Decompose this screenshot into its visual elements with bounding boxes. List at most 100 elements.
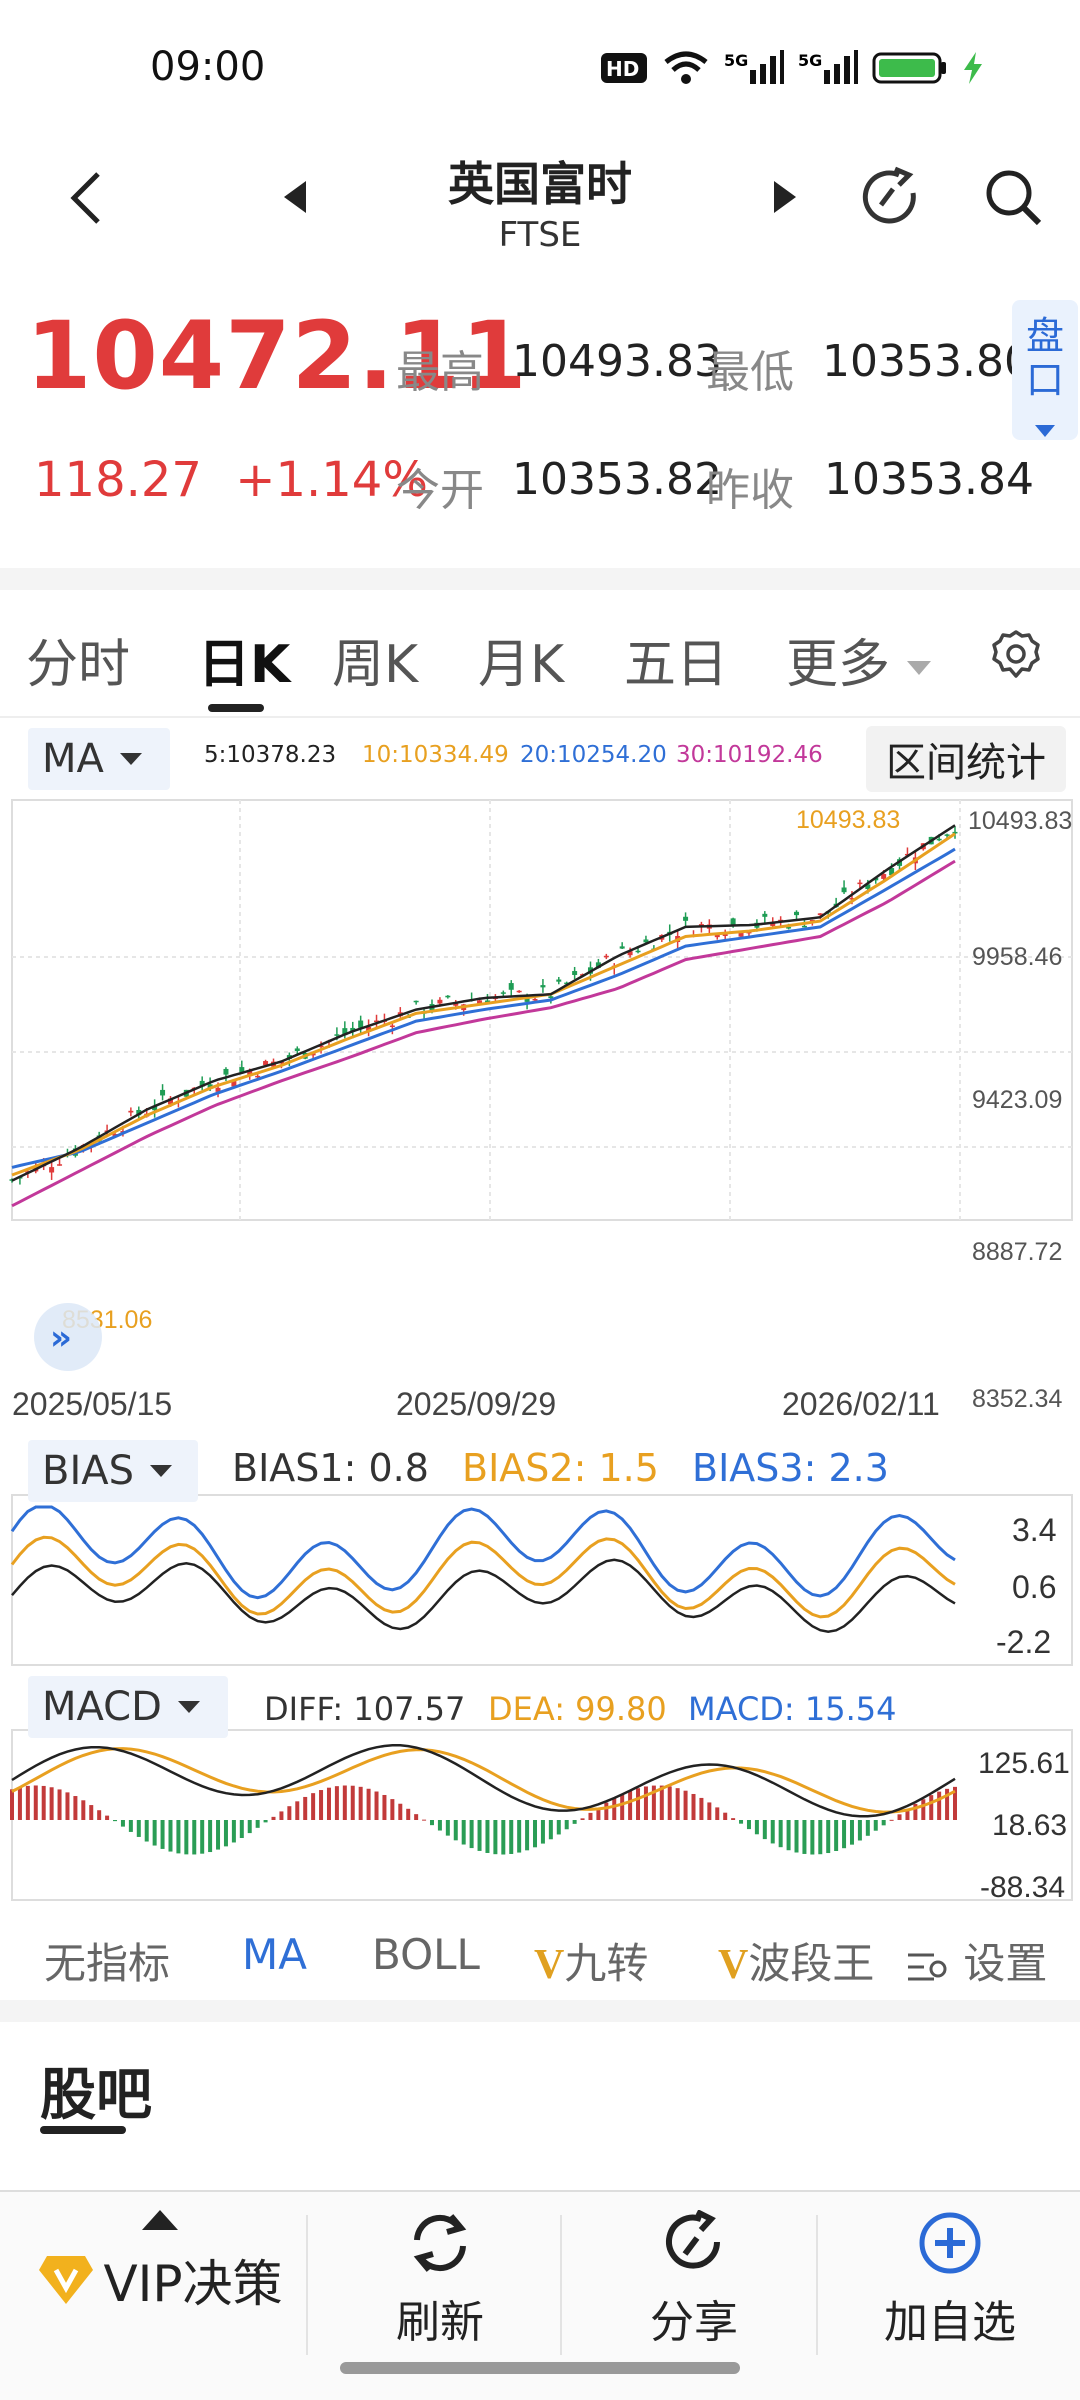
share-refresh-icon: [862, 166, 916, 224]
indicator-boduanwang-tab[interactable]: V波段王: [718, 1930, 874, 1991]
chart-settings-button[interactable]: [984, 622, 1048, 686]
indicator-jiuzhuan-tab[interactable]: V九转: [534, 1930, 648, 1991]
signal-icon: 5G: [798, 50, 858, 84]
macd-bar: [128, 1820, 133, 1832]
vip-button[interactable]: VIP决策: [20, 2210, 300, 2316]
bias-selector[interactable]: BIAS: [28, 1440, 198, 1502]
vip-diamond-icon: [39, 2256, 94, 2304]
indicator-ma-tab[interactable]: MA: [242, 1930, 307, 1979]
macd-bar: [247, 1820, 252, 1834]
candle-body: [413, 1000, 419, 1003]
next-icon: [774, 181, 796, 213]
macd-selector[interactable]: MACD: [28, 1676, 228, 1738]
y-tick: 10493.83: [968, 807, 1072, 835]
macd-bar: [580, 1818, 585, 1820]
ma-selector[interactable]: MA: [28, 728, 170, 790]
svg-text:5G: 5G: [724, 51, 748, 70]
macd-bar: [295, 1801, 300, 1820]
candle-body: [294, 1048, 300, 1051]
add-circle-icon: [919, 2212, 981, 2274]
high-label: 最高: [396, 347, 484, 398]
macd-bar: [81, 1800, 86, 1820]
status-icons: HD 5G 5G: [600, 48, 984, 88]
kline-chart[interactable]: 10493.83 9958.46 9423.09 8887.72 8352.34…: [0, 795, 1080, 1905]
macd-bar: [390, 1799, 395, 1820]
macd-bar: [176, 1820, 181, 1854]
tab-five-day[interactable]: 五日: [624, 622, 728, 697]
macd-bar: [414, 1814, 419, 1820]
macd-bar: [485, 1820, 490, 1853]
refresh-button[interactable]: 刷新: [340, 2210, 540, 2350]
indicator-boll-tab[interactable]: BOLL: [372, 1930, 480, 1979]
macd-bar: [707, 1802, 712, 1820]
refresh-share-button[interactable]: [856, 162, 926, 232]
indicator-settings-button[interactable]: 设置: [906, 1930, 1047, 1991]
tab-more[interactable]: 更多: [786, 622, 931, 697]
share-button[interactable]: 分享: [594, 2210, 794, 2350]
indicator-none-tab[interactable]: 无指标: [44, 1930, 170, 1991]
dropdown-icon: [906, 661, 931, 675]
macd-bar: [525, 1820, 530, 1851]
macd-bar: [10, 1789, 14, 1820]
macd-bar: [802, 1820, 807, 1854]
tab-intraday[interactable]: 分时: [26, 622, 130, 697]
max-label: 10493.83: [796, 806, 900, 834]
candle-body: [516, 990, 522, 993]
macd-bar: [152, 1820, 157, 1846]
pankou-button[interactable]: 盘口: [1012, 300, 1078, 440]
range-stats-button[interactable]: 区间统计: [866, 726, 1066, 792]
macd-bar: [746, 1820, 751, 1830]
macd-bar: [540, 1820, 545, 1844]
macd-bar: [25, 1785, 30, 1820]
candle-body: [841, 887, 847, 893]
add-watchlist-button[interactable]: 加自选: [850, 2210, 1050, 2350]
macd-bar: [41, 1785, 46, 1820]
macd-bar: [366, 1788, 371, 1820]
macd-bar: [897, 1814, 902, 1820]
expand-icon: »: [50, 1318, 72, 1358]
vip-v-icon: V: [534, 1942, 565, 1988]
macd-bar: [873, 1820, 878, 1831]
tab-monthly-k[interactable]: 月K: [478, 622, 564, 697]
tab-weekly-k[interactable]: 周K: [332, 622, 418, 697]
macd-bar: [739, 1820, 744, 1824]
prev-close-value: 10353.84: [824, 454, 1034, 505]
macd-bar: [350, 1785, 355, 1820]
macd-bar: [588, 1812, 593, 1820]
home-indicator[interactable]: [340, 2362, 740, 2374]
macd-bar: [849, 1820, 854, 1845]
y-tick: 9423.09: [972, 1086, 1062, 1114]
diff-legend: DIFF: 107.57: [264, 1690, 466, 1728]
dropdown-icon: [150, 1465, 172, 1477]
dropdown-icon: [177, 1701, 200, 1713]
pankou-label: 盘口: [1025, 314, 1064, 402]
bottom-separator: [560, 2215, 562, 2355]
svg-text:HD: HD: [606, 57, 639, 81]
macd-bar: [572, 1820, 577, 1824]
macd-bar: [160, 1820, 165, 1849]
macd-bar: [334, 1786, 339, 1820]
tab-daily-k[interactable]: 日K: [198, 622, 290, 697]
macd-bar: [794, 1820, 799, 1853]
bias-selector-label: BIAS: [42, 1448, 134, 1494]
candle-body: [794, 911, 800, 916]
macd-bar: [216, 1820, 221, 1850]
tabs-divider: [0, 716, 1080, 718]
search-button[interactable]: [978, 162, 1048, 232]
macd-bar: [422, 1819, 427, 1821]
next-stock-button[interactable]: [760, 172, 810, 222]
share-icon: [666, 2210, 720, 2269]
community-title[interactable]: 股吧: [40, 2050, 152, 2131]
refresh-label: 刷新: [396, 2297, 484, 2348]
macd-bar: [398, 1803, 403, 1820]
bias-tick: 0.6: [1012, 1569, 1056, 1605]
candle-body: [445, 995, 451, 998]
candle-body: [57, 1164, 63, 1166]
macd-bar: [342, 1785, 347, 1820]
macd-bar: [136, 1820, 141, 1837]
macd-bar: [263, 1820, 268, 1823]
bias2-legend: BIAS2: 1.5: [462, 1446, 659, 1490]
macd-legend: MACD: 15.54: [688, 1690, 897, 1728]
chevron-up-icon: [142, 2210, 178, 2230]
macd-bar: [564, 1820, 569, 1830]
